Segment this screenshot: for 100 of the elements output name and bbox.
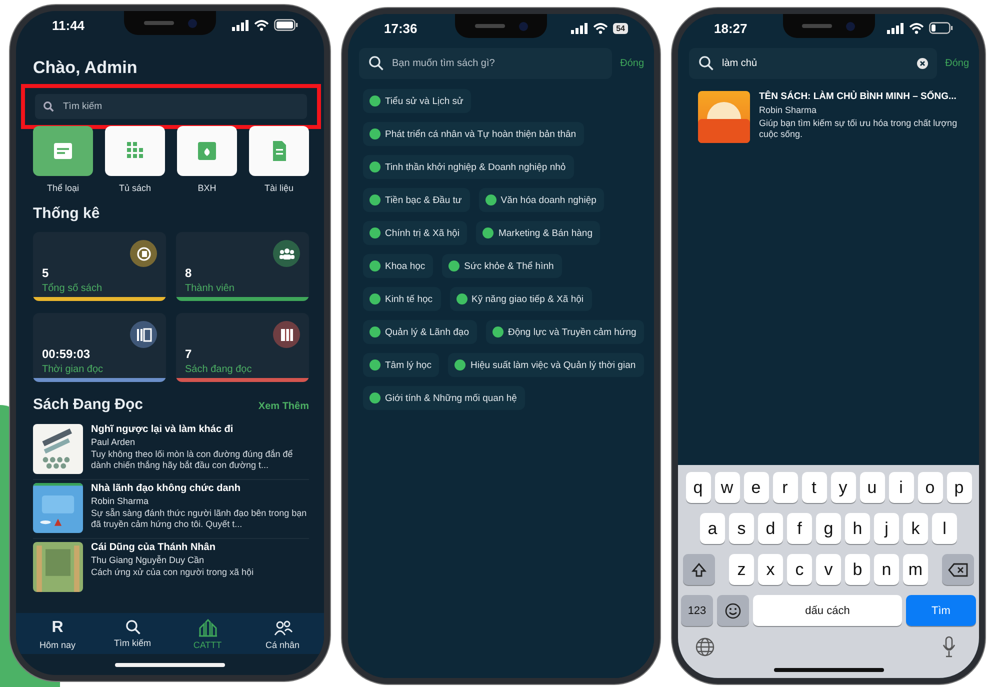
- search-field[interactable]: Tìm kiếm: [35, 94, 307, 119]
- tab[interactable]: R Hôm nay: [32, 619, 82, 650]
- search-field[interactable]: làm chủ: [689, 48, 938, 79]
- wifi-icon: [909, 22, 924, 34]
- people-icon: [273, 240, 300, 267]
- key[interactable]: t: [802, 472, 826, 503]
- book-author: Paul Arden: [91, 437, 136, 447]
- drop-icon: [195, 139, 219, 163]
- book-description: Sự sẵn sàng đánh thức người lãnh đạo bên trong bạn đã truyền cảm hứng cho tôi. Quyết t...: [91, 508, 308, 530]
- key[interactable]: v: [816, 554, 841, 585]
- category-chip[interactable]: Khoa học: [363, 254, 434, 278]
- category-chip[interactable]: Chính trị & Xã hội: [363, 221, 468, 245]
- search-field[interactable]: Bạn muốn tìm sách gì?: [359, 48, 612, 79]
- people-icon: [272, 619, 292, 637]
- book-row[interactable]: Cái Dũng của Thánh Nhân Thu Giang Nguyễn Duy Cần Cách ứng xử của con người trong xã hội: [33, 539, 309, 597]
- key[interactable]: r: [772, 472, 798, 503]
- shortcut-label: BXH: [198, 183, 216, 193]
- key[interactable]: z: [729, 554, 754, 585]
- shortcut-tile[interactable]: [177, 126, 237, 176]
- category-chip[interactable]: Giới tính & Những mối quan hệ: [363, 386, 525, 410]
- space-key[interactable]: dấu cách: [753, 595, 902, 626]
- key[interactable]: d: [758, 513, 783, 544]
- category-chip[interactable]: Sức khỏe & Thể hình: [442, 254, 562, 278]
- category-chip[interactable]: Kỹ năng giao tiếp & Xã hội: [450, 287, 592, 311]
- wifi-icon: [593, 22, 608, 34]
- key[interactable]: a: [700, 513, 725, 544]
- key[interactable]: j: [874, 513, 899, 544]
- key[interactable]: c: [787, 554, 812, 585]
- category-chip[interactable]: Kinh tế học: [363, 287, 441, 311]
- shortcut-label: Tài liệu: [264, 183, 294, 193]
- shift-key[interactable]: [683, 554, 715, 585]
- section-title: Sách Đang Đọc: [33, 396, 144, 413]
- key[interactable]: s: [729, 513, 754, 544]
- category-chip[interactable]: Văn hóa doanh nghiệp: [478, 188, 604, 212]
- key[interactable]: q: [686, 472, 710, 503]
- category-chip[interactable]: Tâm lý học: [363, 353, 440, 377]
- close-button[interactable]: Đóng: [620, 58, 644, 69]
- result-row[interactable]: TÊN SÁCH: LÀM CHỦ BÌNH MINH – SỐNG... Robin Sharma Giúp bạn tìm kiếm sự tối ưu hóa trong chất lượng cuộc sống.: [698, 91, 969, 143]
- shortcut-tile[interactable]: [33, 126, 93, 176]
- search-key[interactable]: Tìm: [906, 595, 976, 626]
- shortcut-label: Tủ sách: [118, 183, 151, 193]
- towers-icon: [198, 619, 218, 637]
- category-chip[interactable]: Marketing & Bán hàng: [476, 221, 600, 245]
- shortcut-tile[interactable]: [249, 126, 309, 176]
- circle-icon: [369, 359, 381, 371]
- stat-label: Tổng số sách: [42, 283, 104, 294]
- globe-icon[interactable]: [695, 637, 715, 657]
- category-chip[interactable]: Phát triển cá nhân và Tự hoàn thiện bản thân: [363, 122, 584, 146]
- key[interactable]: i: [888, 472, 914, 503]
- key[interactable]: k: [903, 513, 928, 544]
- close-button[interactable]: Đóng: [945, 58, 969, 69]
- key[interactable]: b: [845, 554, 870, 585]
- book-title: TÊN SÁCH: LÀM CHỦ BÌNH MINH – SỐNG...: [759, 91, 958, 102]
- emoji-key[interactable]: [717, 595, 749, 626]
- circle-icon: [484, 194, 497, 206]
- search-icon: [124, 619, 140, 635]
- clock-time: 18:27: [714, 20, 748, 36]
- category-chip[interactable]: Tinh thần khởi nghiệp & Doanh nghiệp nhỏ: [363, 155, 574, 179]
- key[interactable]: y: [830, 472, 856, 503]
- shortcut-tile[interactable]: [105, 126, 165, 176]
- see-more-link[interactable]: Xem Thêm: [258, 401, 309, 412]
- book-description: Tuy không theo lối mòn là con đường đúng đắn để dành chiến thắng hãy bắt đầu con đường t...: [91, 449, 294, 471]
- key[interactable]: w: [714, 472, 740, 503]
- delete-key[interactable]: [942, 554, 974, 585]
- key[interactable]: m: [903, 554, 928, 585]
- arrow-icon: [691, 562, 707, 578]
- key[interactable]: l: [932, 513, 957, 544]
- key[interactable]: f: [787, 513, 812, 544]
- tab[interactable]: Tìm kiếm: [108, 619, 158, 650]
- tab[interactable]: CATTT: [182, 619, 232, 650]
- stat-value: 8: [185, 266, 193, 280]
- category-chip[interactable]: Động lực và Truyền cảm hứng: [486, 320, 644, 344]
- category-chip[interactable]: Tiểu sử và Lịch sử: [363, 89, 472, 113]
- smiley-icon: [725, 602, 741, 618]
- circle-icon: [454, 359, 466, 371]
- key[interactable]: e: [744, 472, 768, 503]
- category-chip[interactable]: Hiệu suất làm việc và Quản lý thời gian: [448, 353, 644, 377]
- key[interactable]: o: [918, 472, 942, 503]
- circle-icon: [369, 260, 381, 272]
- key[interactable]: h: [845, 513, 870, 544]
- numbers-key[interactable]: 123: [681, 595, 713, 626]
- microphone-icon[interactable]: [942, 636, 956, 658]
- key[interactable]: g: [816, 513, 841, 544]
- category-chip[interactable]: Tiền bạc & Đầu tư: [363, 188, 470, 212]
- tab[interactable]: Cá nhân: [258, 619, 308, 650]
- key[interactable]: u: [860, 472, 884, 503]
- book-description: Cách ứng xử của con người trong xã hội: [91, 567, 255, 578]
- book-title: Nghĩ ngược lại và làm khác đi: [91, 424, 234, 435]
- circle-icon: [369, 161, 381, 173]
- category-chip[interactable]: Quản lý & Lãnh đạo: [363, 320, 477, 344]
- book-row[interactable]: Nghĩ ngược lại và làm khác đi Paul Arden Tuy không theo lối mòn là con đường đúng đắn để dành chiến thắng hãy bắt đầu con đường t...: [33, 421, 309, 480]
- book-author: Robin Sharma: [759, 105, 818, 115]
- circle-icon: [369, 326, 381, 338]
- greeting-title: Chào, Admin: [33, 58, 138, 78]
- key[interactable]: p: [946, 472, 972, 503]
- book-row[interactable]: Nhà lãnh đạo không chức danh Robin Sharma Sự sẵn sàng đánh thức người lãnh đạo bên trong bạn đã truyền cảm hứng cho tôi. Quyết t...: [33, 480, 309, 539]
- key[interactable]: n: [874, 554, 899, 585]
- clear-icon[interactable]: [917, 58, 928, 69]
- battery-icon: [274, 19, 298, 31]
- key[interactable]: x: [758, 554, 783, 585]
